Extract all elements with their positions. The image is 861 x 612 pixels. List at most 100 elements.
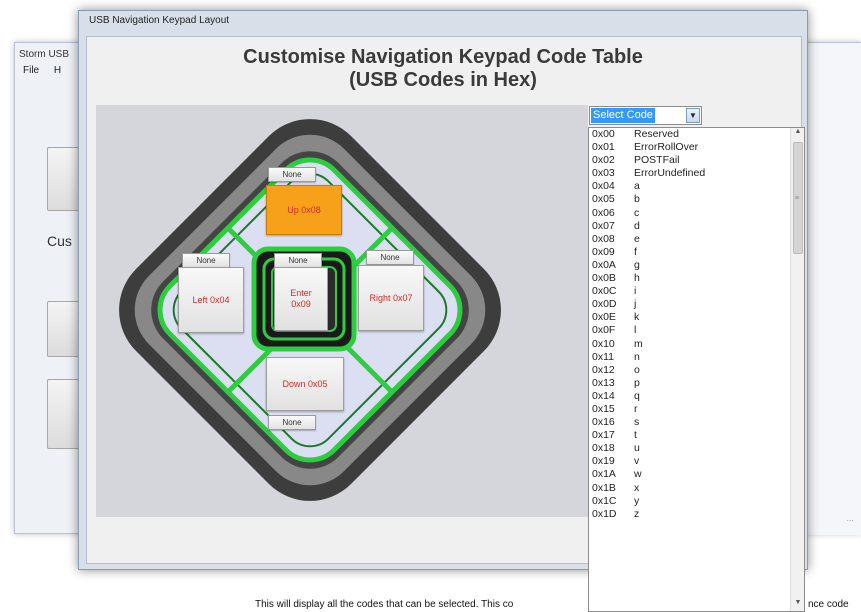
code-name: Reserved [634,128,679,140]
description-text-end: nce code [808,599,849,610]
code-list-item[interactable]: 0x0D j [589,298,804,311]
code-list-item[interactable]: 0x05 b [589,193,804,206]
code-name: i [634,285,637,298]
code-hex: 0x01 [592,141,615,154]
code-list-item[interactable]: 0x0C i [589,285,804,298]
code-name: a [634,180,640,193]
code-list-item[interactable]: 0x17 t [589,429,804,442]
down-none-button[interactable]: None [268,415,316,430]
code-name: b [634,193,640,206]
code-hex: 0x15 [592,402,615,415]
keypad-illustration [119,119,501,501]
code-list-item[interactable]: 0x11 n [589,351,804,364]
code-hex: 0x1A [592,468,616,481]
select-code-combobox[interactable]: Select Code ▼ [589,106,702,125]
code-list-item[interactable]: 0x01 ErrorRollOver [589,141,804,154]
scroll-down-arrow-icon[interactable]: ▼ [791,599,804,611]
code-list-items: 0x00 Reserved 0x01 ErrorRollOver 0x02 POSTFai… [589,128,804,521]
right-key-button[interactable]: Right 0x07 [358,265,424,331]
scroll-thumb[interactable]: ≡ [793,142,803,254]
code-list-item[interactable]: 0x16 s [589,416,804,429]
code-name: r [634,402,638,415]
code-list-item[interactable]: 0x12 o [589,364,804,377]
code-name: s [634,416,640,429]
code-name: x [634,481,640,494]
code-hex: 0x11 [592,350,614,363]
code-name: l [634,324,637,337]
code-hex: 0x0F [592,324,616,337]
heading-line-2: (USB Codes in Hex) [349,69,537,91]
left-none-button[interactable]: None [182,253,230,268]
code-hex: 0x04 [592,180,615,193]
code-hex: 0x0E [592,311,616,324]
up-none-button[interactable]: None [268,167,316,182]
left-key-button[interactable]: Left 0x04 [178,267,244,333]
enter-none-button[interactable]: None [274,253,322,268]
code-list-item[interactable]: 0x07 d [589,220,804,233]
code-hex: 0x0B [592,272,616,285]
code-list-item[interactable]: 0x13 p [589,377,804,390]
enter-key-button[interactable]: Enter 0x09 [274,267,328,331]
code-name: n [634,350,640,363]
code-hex: 0x0A [592,258,616,271]
scroll-grip-icon: ≡ [795,195,800,202]
code-list-item[interactable]: 0x1A w [589,468,804,481]
enter-key-label: Enter [290,288,312,298]
code-name: j [634,298,637,311]
keypad-image: None Up 0x08 None Left 0x04 None Enter 0… [96,105,588,517]
code-name: z [634,507,640,520]
code-list-item[interactable]: 0x14 q [589,390,804,403]
up-key-button[interactable]: Up 0x08 [266,185,342,235]
code-list-item[interactable]: 0x09 f [589,246,804,259]
code-hex: 0x06 [592,206,615,219]
description-text: This will display all the codes that can… [255,599,514,610]
chevron-down-icon[interactable]: ▼ [686,108,700,123]
code-hex: 0x09 [592,245,615,258]
down-key-button[interactable]: Down 0x05 [266,357,344,411]
code-hex: 0x1D [592,507,617,520]
code-list-item[interactable]: 0x19 v [589,455,804,468]
code-name: q [634,389,640,402]
code-hex: 0x16 [592,416,615,429]
code-list-item[interactable]: 0x04 a [589,180,804,193]
code-name: e [634,232,640,245]
background-right-panel [804,43,861,535]
code-list-item[interactable]: 0x0A g [589,259,804,272]
menu-help[interactable]: H [54,65,61,76]
code-hex: 0x13 [592,376,615,389]
code-hex: 0x10 [592,337,615,350]
code-list-item[interactable]: 0x06 c [589,207,804,220]
code-list-item[interactable]: 0x02 POSTFail [589,154,804,167]
enter-key-code: 0x09 [291,299,311,309]
code-list-item[interactable]: 0x1B x [589,482,804,495]
code-hex: 0x1C [592,494,617,507]
code-name: m [634,337,643,350]
code-list-item[interactable]: 0x0F l [589,324,804,337]
scroll-up-arrow-icon[interactable]: ▲ [791,128,804,140]
code-hex: 0x03 [592,167,615,180]
select-code-value: Select Code [591,108,655,123]
code-list-item[interactable]: 0x00 Reserved [589,128,804,141]
menu-file[interactable]: File [23,65,39,76]
code-list-item[interactable]: 0x15 r [589,403,804,416]
code-hex: 0x05 [592,193,615,206]
code-list-item[interactable]: 0x10 m [589,338,804,351]
page-title: Customise Navigation Keypad Code Table (… [78,46,808,92]
code-list-item[interactable]: 0x1D z [589,508,804,521]
right-none-button[interactable]: None [366,250,414,265]
code-list-item[interactable]: 0x0B h [589,272,804,285]
code-name: o [634,363,640,376]
code-name: c [634,206,640,219]
code-list[interactable]: 0x00 Reserved 0x01 ErrorRollOver 0x02 POSTFai… [588,127,805,612]
code-hex: 0x08 [592,232,615,245]
code-list-item[interactable]: 0x1C y [589,495,804,508]
code-list-item[interactable]: 0x03 ErrorUndefined [589,167,804,180]
code-hex: 0x19 [592,455,615,468]
dialog-title: USB Navigation Keypad Layout [89,15,230,26]
code-list-scrollbar[interactable]: ▲ ≡ ▼ [790,128,804,611]
code-hex: 0x1B [592,481,616,494]
code-list-item[interactable]: 0x0E k [589,311,804,324]
code-list-item[interactable]: 0x18 u [589,442,804,455]
code-list-item[interactable]: 0x08 e [589,233,804,246]
code-hex: 0x00 [592,128,615,140]
